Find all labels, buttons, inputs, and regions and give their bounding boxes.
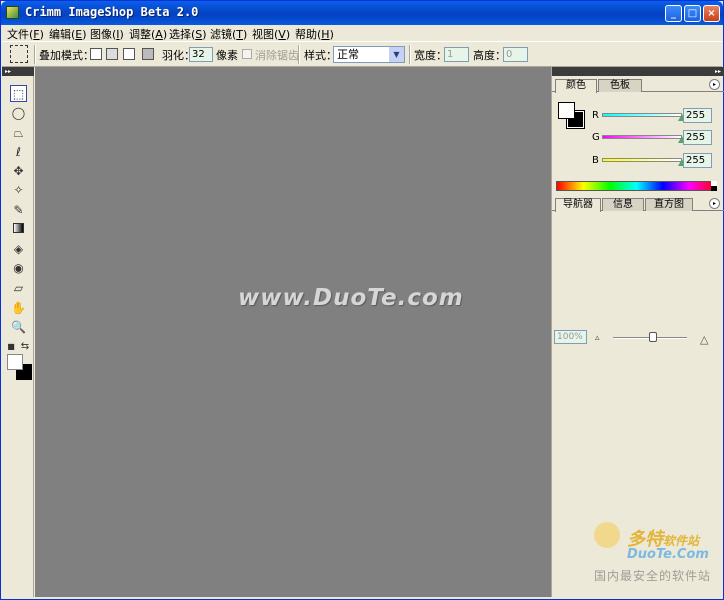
channel-b-slider[interactable]	[602, 158, 682, 162]
collapse-panel-button[interactable]: ▸▸	[552, 67, 724, 76]
red-eye-icon[interactable]: ◉	[10, 260, 27, 277]
tab-swatches[interactable]: 色板	[598, 79, 642, 92]
mode-new-selection[interactable]	[90, 48, 102, 60]
menu-file[interactable]: 文件(F)	[7, 26, 44, 42]
app-window: Crimm ImageShop Beta 2.0 _ □ × 文件(F) 编辑(…	[0, 0, 724, 600]
collapse-toolbox-button[interactable]: ▸▸	[2, 67, 34, 76]
antialias-checkbox[interactable]	[242, 49, 252, 59]
paint-bucket-icon[interactable]: ◈	[10, 241, 27, 258]
mode-subtract-selection[interactable]	[123, 48, 135, 60]
blend-mode-label: 叠加模式：	[39, 49, 94, 62]
panel-menu-icon[interactable]: ▸	[709, 79, 720, 90]
color-panel-tabs: 颜色 色板 ▸	[552, 78, 724, 93]
menu-edit[interactable]: 编辑(E)	[49, 26, 87, 42]
window-title: Crimm ImageShop Beta 2.0	[25, 5, 199, 19]
chevron-down-icon: ▼	[389, 47, 404, 62]
zoom-out-icon[interactable]: ▵	[595, 333, 600, 343]
foreground-swatch[interactable]	[558, 102, 575, 119]
ellipse-marquee-icon[interactable]: ◯	[10, 105, 27, 122]
channel-b-input[interactable]: 255	[683, 153, 712, 168]
menu-bar: 文件(F) 编辑(E) 图像(I) 调整(A) 选择(S) 滤镜(T) 视图(V…	[2, 25, 722, 41]
channel-g-input[interactable]: 255	[683, 130, 712, 145]
rect-marquee-icon[interactable]: ⬚	[10, 85, 27, 102]
tab-color[interactable]: 颜色	[555, 79, 597, 93]
canvas-watermark: www.DuoTe.com	[238, 285, 464, 311]
swap-colors-icon[interactable]: ⇆	[20, 338, 30, 355]
divider	[34, 45, 36, 64]
pixel-unit-label: 像素	[216, 49, 238, 62]
mascot-logo	[594, 522, 620, 548]
height-input[interactable]: 0	[503, 47, 528, 62]
minimize-button[interactable]: _	[665, 5, 682, 22]
options-bar: 叠加模式： 羽化： 32 像素 消除锯齿 样式： 正常 ▼ 宽度： 1 高度： 0	[2, 41, 722, 67]
mode-add-selection[interactable]	[106, 48, 118, 60]
navigator-panel-tabs: 导航器 信息 直方图 ▸	[552, 197, 724, 212]
slogan-watermark: 国内最安全的软件站	[594, 569, 712, 583]
menu-help[interactable]: 帮助(H)	[295, 26, 334, 42]
height-label: 高度：	[473, 49, 506, 62]
antialias-label: 消除锯齿	[255, 49, 299, 62]
divider	[298, 45, 300, 64]
style-select[interactable]: 正常 ▼	[333, 46, 405, 63]
width-input[interactable]: 1	[444, 47, 469, 62]
tab-info[interactable]: 信息	[602, 198, 644, 211]
move-icon[interactable]: ✥	[10, 163, 27, 180]
tab-histogram[interactable]: 直方图	[645, 198, 693, 211]
menu-adjust[interactable]: 调整(A)	[129, 26, 167, 42]
marquee-tool-icon	[10, 45, 28, 63]
gradient-icon[interactable]	[10, 221, 27, 238]
lasso-icon[interactable]: ℓ	[10, 144, 27, 161]
default-colors-icon[interactable]: ■	[6, 338, 16, 355]
panel-menu-icon[interactable]: ▸	[709, 198, 720, 209]
polygon-lasso-icon[interactable]: ⏢	[10, 125, 27, 142]
maximize-button[interactable]: □	[684, 5, 701, 22]
zoom-slider-knob[interactable]	[649, 332, 657, 342]
color-spectrum[interactable]	[556, 181, 717, 191]
domain-watermark: DuoTe.Com	[627, 547, 709, 562]
tab-navigator[interactable]: 导航器	[555, 198, 601, 212]
channel-r-input[interactable]: 255	[683, 108, 712, 123]
eraser-icon[interactable]: ▱	[10, 280, 27, 297]
magic-wand-icon[interactable]: ✧	[10, 182, 27, 199]
zoom-in-icon[interactable]: △	[700, 333, 708, 346]
menu-filter[interactable]: 滤镜(T)	[210, 26, 247, 42]
divider	[409, 45, 411, 64]
mode-intersect-selection[interactable]	[142, 48, 154, 60]
title-bar[interactable]: Crimm ImageShop Beta 2.0 _ □ ×	[1, 1, 723, 25]
zoom-icon[interactable]: 🔍	[10, 319, 27, 336]
menu-image[interactable]: 图像(I)	[90, 26, 124, 42]
channel-g-slider[interactable]	[602, 135, 682, 139]
toolbox: ▸▸ ⬚ ◯ ⏢ ℓ ✥ ✧ ✎ ◈ ◉ ▱ ✋ 🔍 ■ ⇆	[2, 67, 34, 597]
app-icon	[6, 6, 19, 19]
close-button[interactable]: ×	[703, 5, 720, 22]
menu-select[interactable]: 选择(S)	[169, 26, 207, 42]
feather-input[interactable]: 32	[189, 47, 213, 62]
foreground-color-swatch[interactable]	[7, 354, 23, 370]
eyedropper-icon[interactable]: ✎	[10, 202, 27, 219]
channel-b-label: B	[592, 155, 599, 166]
right-panel: ▸▸ 颜色 色板 ▸ R 255 G 255 B 255 导航器 信息 直方图 …	[551, 67, 724, 597]
canvas-area[interactable]: www.DuoTe.com	[35, 67, 551, 597]
hand-icon[interactable]: ✋	[10, 300, 27, 317]
menu-view[interactable]: 视图(V)	[252, 26, 290, 42]
width-label: 宽度：	[414, 49, 447, 62]
zoom-input[interactable]: 100%	[554, 330, 587, 344]
channel-g-label: G	[592, 132, 600, 143]
channel-r-label: R	[592, 110, 599, 121]
black-white-ramp[interactable]	[711, 181, 717, 191]
channel-r-slider[interactable]	[602, 113, 682, 117]
